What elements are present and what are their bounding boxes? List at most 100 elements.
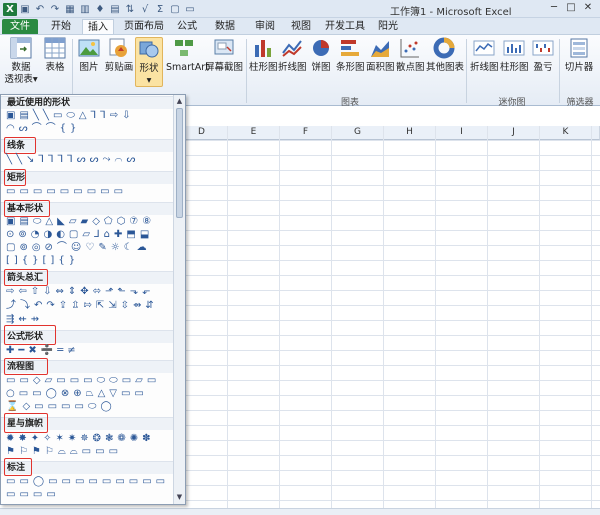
column-header-e[interactable]: E xyxy=(228,126,280,140)
shape-row[interactable]: ✹✸✦✧✶✷✵❂❃❁✺✽ xyxy=(6,433,155,445)
shape-row[interactable]: ▭▭◇▱▭▭▭⬭⬭▭▱▭ xyxy=(6,375,160,387)
column-chart-icon xyxy=(255,40,271,57)
insert-table-icon[interactable]: ▤ xyxy=(108,3,122,16)
pie-chart-button[interactable]: 饼图 xyxy=(308,37,334,74)
table-button[interactable]: 表格 xyxy=(41,37,69,74)
sparkline-winloss-icon xyxy=(532,40,554,56)
tab-review[interactable]: 审阅 xyxy=(250,19,280,35)
sparkline-winloss-button[interactable]: 盈亏 xyxy=(530,37,556,74)
save-icon[interactable]: ▣ xyxy=(18,3,32,16)
clipart-button[interactable]: 剪贴画 xyxy=(104,37,134,74)
shape-row[interactable]: ▢⊚◎⊘⌒☺♡✎☼☾☁ xyxy=(6,242,151,254)
shape-gallery-row-text[interactable]: ✹✸✦✧✶✷✵❂❃❁✺✽ xyxy=(6,433,155,445)
shape-gallery-row-text[interactable]: ▭▭◇▱▭▭▭⬭⬭▭▱▭ xyxy=(6,375,160,387)
shape-gallery-row-text[interactable]: ▭▭◯▭▭▭▭▭▭▭▭▭ xyxy=(6,476,169,488)
tab-developer[interactable]: 开发工具 xyxy=(322,19,368,35)
sparkline-column-button[interactable]: 柱形图 xyxy=(500,37,529,74)
horizontal-scrollbar[interactable] xyxy=(0,508,600,515)
paint-icon[interactable]: ♦ xyxy=(93,3,107,16)
sum-icon[interactable]: Σ xyxy=(153,3,167,16)
scroll-down-icon[interactable]: ▼ xyxy=(174,492,185,503)
line-chart-label: 折线图 xyxy=(278,62,307,73)
picture-button[interactable]: 图片 xyxy=(76,37,102,74)
other-charts-button[interactable]: 其他图表 xyxy=(426,37,464,74)
shape-gallery-row-text[interactable]: ╲╲↘⅂⅂⅂⅂ᔕᔕ⤳⌒ᔕ xyxy=(6,154,139,166)
area-chart-icon xyxy=(371,41,389,57)
panel-vertical-scrollbar[interactable]: ▲ ▼ xyxy=(173,95,185,504)
shape-row[interactable]: ⤴⤵↶↷⇪⇫⇰⇱⇲⇳⇴⇵ xyxy=(6,300,158,312)
column-header-i[interactable]: I xyxy=(436,126,488,140)
shape-gallery-row-text[interactable]: ▣▤⬭△◣▱▰◇⬠⬡⑦⑧ xyxy=(6,216,155,228)
group-icon[interactable]: ▥ xyxy=(78,3,92,16)
sparkline-line-button[interactable]: 折线图 xyxy=(470,37,499,74)
shape-gallery-row-text[interactable]: ⇨⇦⇧⇩⇔⇕✥⬄⬏⬑⬎⬐ xyxy=(6,286,154,298)
shape-row[interactable]: ▭▭▭▭ xyxy=(6,489,60,501)
pie-chart-label: 饼图 xyxy=(311,62,331,73)
shape-row[interactable]: ⊙⊚◔◑◐▢▱⅃⌂✚⬒⬓ xyxy=(6,229,153,241)
shape-row[interactable]: ⇨⇦⇧⇩⇔⇕✥⬄⬏⬑⬎⬐ xyxy=(6,286,154,298)
shape-row[interactable]: ⌛◇▭▭▭▭⬭◯ xyxy=(6,401,116,413)
border-icon[interactable]: ▭ xyxy=(183,3,197,16)
pivot-table-button[interactable]: 数据 透视表▾ xyxy=(4,37,38,86)
table-icon[interactable]: ▦ xyxy=(63,3,77,16)
tab-formulas[interactable]: 公式 xyxy=(172,19,202,35)
column-header-h[interactable]: H xyxy=(384,126,436,140)
shape-row[interactable]: ◠ᔕ⌒⌒{} xyxy=(6,123,80,135)
shape-gallery-row-text[interactable]: ▭▭▭▭ xyxy=(6,489,60,501)
bar-chart-button[interactable]: 条形图 xyxy=(336,37,365,74)
shape-row[interactable]: ○▭▭◯⊗⊕⏢△▽▭▭ xyxy=(6,388,148,400)
filter-icon[interactable]: √ xyxy=(138,3,152,16)
sort-icon[interactable]: ⇅ xyxy=(123,3,137,16)
tab-view[interactable]: 视图 xyxy=(286,19,316,35)
shape-gallery-row-text[interactable]: ▢⊚◎⊘⌒☺♡✎☼☾☁ xyxy=(6,242,151,254)
tab-home[interactable]: 开始 xyxy=(46,19,76,35)
shapes-button[interactable]: 形状 ▾ xyxy=(135,37,163,87)
shape-row[interactable]: ▣▤╲╲▭⬭△⅂⅂⇨⇩ xyxy=(6,110,135,122)
minimize-icon[interactable]: ─ xyxy=(546,2,562,15)
smartart-button[interactable]: SmartArt xyxy=(166,37,209,74)
maximize-icon[interactable]: □ xyxy=(563,2,579,15)
shape-row[interactable]: ⚑⚐⚑⚐⌓⌓▭▭▭ xyxy=(6,446,122,458)
close-icon[interactable]: ✕ xyxy=(580,2,596,15)
redo-icon[interactable]: ↷ xyxy=(48,3,62,16)
screenshot-label: 屏幕截图 xyxy=(204,62,243,73)
tab-insert[interactable]: 插入 xyxy=(82,19,114,35)
shape-row[interactable]: ▭▭◯▭▭▭▭▭▭▭▭▭ xyxy=(6,476,169,488)
area-chart-button[interactable]: 面积图 xyxy=(366,37,395,74)
undo-icon[interactable]: ↶ xyxy=(33,3,47,16)
shape-row[interactable]: ╲╲↘⅂⅂⅂⅂ᔕᔕ⤳⌒ᔕ xyxy=(6,154,139,166)
shape-gallery-row-text[interactable]: ▭▭▭▭▭▭▭▭▭ xyxy=(6,186,127,198)
shape-gallery-row-text[interactable]: ⚑⚐⚑⚐⌓⌓▭▭▭ xyxy=(6,446,122,458)
shape-gallery-row-text[interactable]: ✚━✖➗═≠ xyxy=(6,345,80,357)
shape-gallery-row-text[interactable]: ⌛◇▭▭▭▭⬭◯ xyxy=(6,401,116,413)
pie-chart-icon xyxy=(313,40,329,56)
column-chart-button[interactable]: 柱形图 xyxy=(249,37,278,74)
tab-file[interactable]: 文件 xyxy=(2,19,38,35)
shape-gallery-row-text[interactable]: ◠ᔕ⌒⌒{} xyxy=(6,123,80,135)
shape-gallery-row-text[interactable]: ▣▤╲╲▭⬭△⅂⅂⇨⇩ xyxy=(6,110,135,122)
column-header-j[interactable]: J xyxy=(488,126,540,140)
tab-data[interactable]: 数据 xyxy=(210,19,240,35)
shape-gallery-row-text[interactable]: ○▭▭◯⊗⊕⏢△▽▭▭ xyxy=(6,388,148,400)
scroll-thumb[interactable] xyxy=(176,108,183,218)
shape-row[interactable]: []{}[]{} xyxy=(6,255,79,267)
bar-chart-label: 条形图 xyxy=(336,62,365,73)
shape-row[interactable]: ▣▤⬭△◣▱▰◇⬠⬡⑦⑧ xyxy=(6,216,155,228)
shape-gallery-row-text[interactable]: ⤴⤵↶↷⇪⇫⇰⇱⇲⇳⇴⇵ xyxy=(6,300,158,312)
tab-yangguang[interactable]: 阳光 xyxy=(373,19,403,35)
scatter-chart-button[interactable]: 散点图 xyxy=(396,37,425,74)
shape-gallery-row-text[interactable]: ⊙⊚◔◑◐▢▱⅃⌂✚⬒⬓ xyxy=(6,229,153,241)
scroll-up-icon[interactable]: ▲ xyxy=(174,96,185,107)
shape-gallery-row-text[interactable]: []{}[]{} xyxy=(6,255,79,267)
shape-row[interactable]: ▭▭▭▭▭▭▭▭▭ xyxy=(6,186,127,198)
tab-page-layout[interactable]: 页面布局 xyxy=(121,19,167,35)
scatter-chart-label: 散点图 xyxy=(396,62,425,73)
screenshot-button[interactable]: 屏幕截图 xyxy=(204,37,244,74)
shape-row[interactable]: ✚━✖➗═≠ xyxy=(6,345,80,357)
column-header-k[interactable]: K xyxy=(540,126,592,140)
column-header-g[interactable]: G xyxy=(332,126,384,140)
new-icon[interactable]: ▢ xyxy=(168,3,182,16)
slicer-button[interactable]: 切片器 xyxy=(562,37,596,74)
column-header-f[interactable]: F xyxy=(280,126,332,140)
line-chart-button[interactable]: 折线图 xyxy=(278,37,307,74)
